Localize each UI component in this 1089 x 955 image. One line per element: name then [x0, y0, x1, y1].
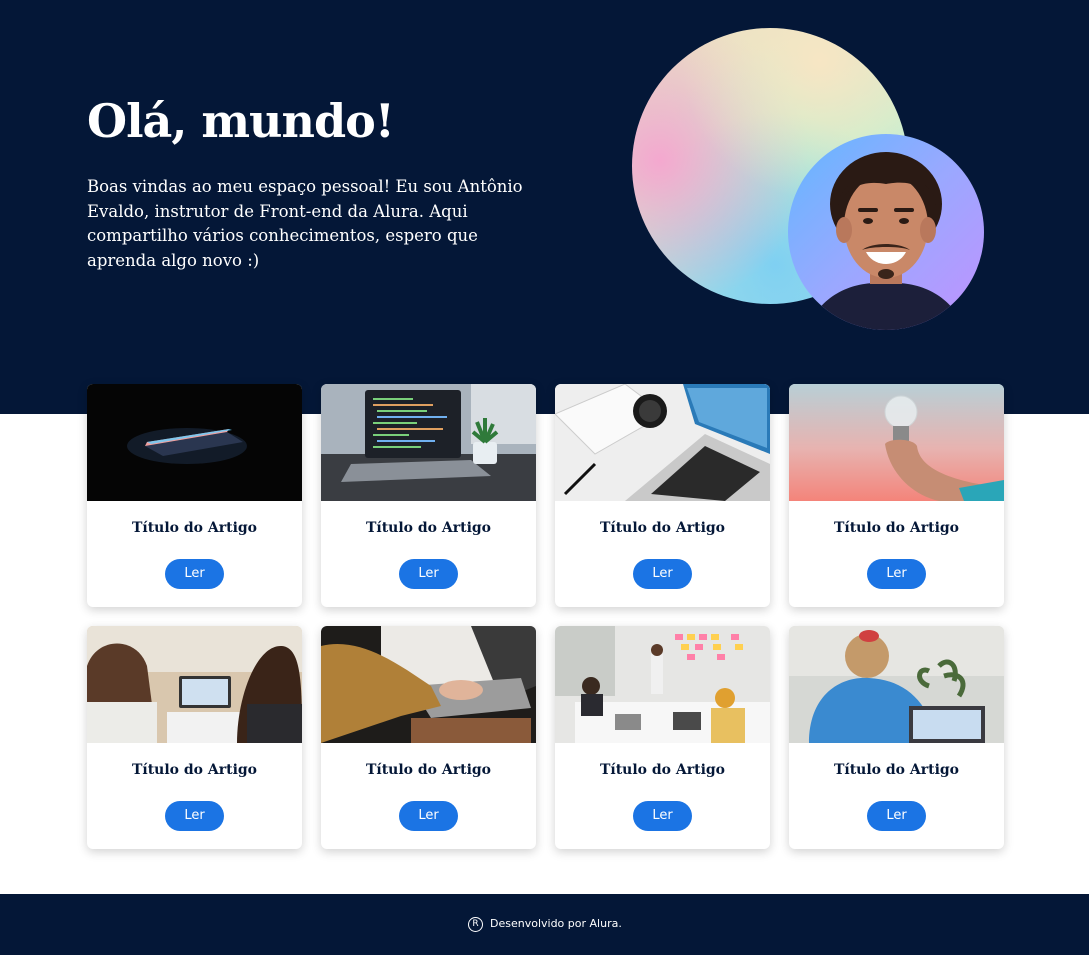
article-title: Título do Artigo — [365, 762, 492, 778]
read-button[interactable]: Ler — [867, 801, 926, 831]
article-card: Título do Artigo Ler — [789, 384, 1004, 607]
article-title: Título do Artigo — [599, 762, 726, 778]
article-image-lightbulb — [789, 384, 1004, 501]
footer-credit: R Desenvolvido por Alura. — [468, 915, 622, 933]
article-image-typing-laptop — [321, 626, 536, 743]
hero-intro-text: Boas vindas ao meu espaço pessoal! Eu so… — [87, 177, 523, 270]
read-button[interactable]: Ler — [633, 801, 692, 831]
read-button[interactable]: Ler — [633, 559, 692, 589]
article-image-laptop-dark — [87, 384, 302, 501]
article-title: Título do Artigo — [131, 520, 258, 536]
footer: R Desenvolvido por Alura. — [0, 894, 1089, 955]
footer-text: Desenvolvido por Alura. — [490, 917, 622, 930]
article-title: Título do Artigo — [833, 762, 960, 778]
article-image-two-women — [87, 626, 302, 743]
article-card: Título do Artigo Ler — [321, 626, 536, 849]
article-image-woman-laptop — [789, 626, 1004, 743]
hero-title: Olá, mundo! — [87, 94, 395, 148]
article-title: Título do Artigo — [599, 520, 726, 536]
article-title: Título do Artigo — [131, 762, 258, 778]
article-title: Título do Artigo — [365, 520, 492, 536]
article-card: Título do Artigo Ler — [87, 384, 302, 607]
article-card: Título do Artigo Ler — [321, 384, 536, 607]
hero-section: Olá, mundo! Boas vindas ao meu espaço pe… — [0, 0, 1089, 414]
read-button[interactable]: Ler — [867, 559, 926, 589]
article-image-laptop-desk — [555, 384, 770, 501]
read-button[interactable]: Ler — [399, 801, 458, 831]
article-title: Título do Artigo — [833, 520, 960, 536]
article-card: Título do Artigo Ler — [789, 626, 1004, 849]
read-button[interactable]: Ler — [165, 559, 224, 589]
article-card: Título do Artigo Ler — [555, 384, 770, 607]
read-button[interactable]: Ler — [399, 559, 458, 589]
article-card: Título do Artigo Ler — [87, 626, 302, 849]
read-button[interactable]: Ler — [165, 801, 224, 831]
article-image-team-meeting — [555, 626, 770, 743]
article-card: Título do Artigo Ler — [555, 626, 770, 849]
article-image-laptop-code — [321, 384, 536, 501]
registered-trademark-icon: R — [468, 916, 483, 932]
profile-photo — [788, 134, 984, 330]
